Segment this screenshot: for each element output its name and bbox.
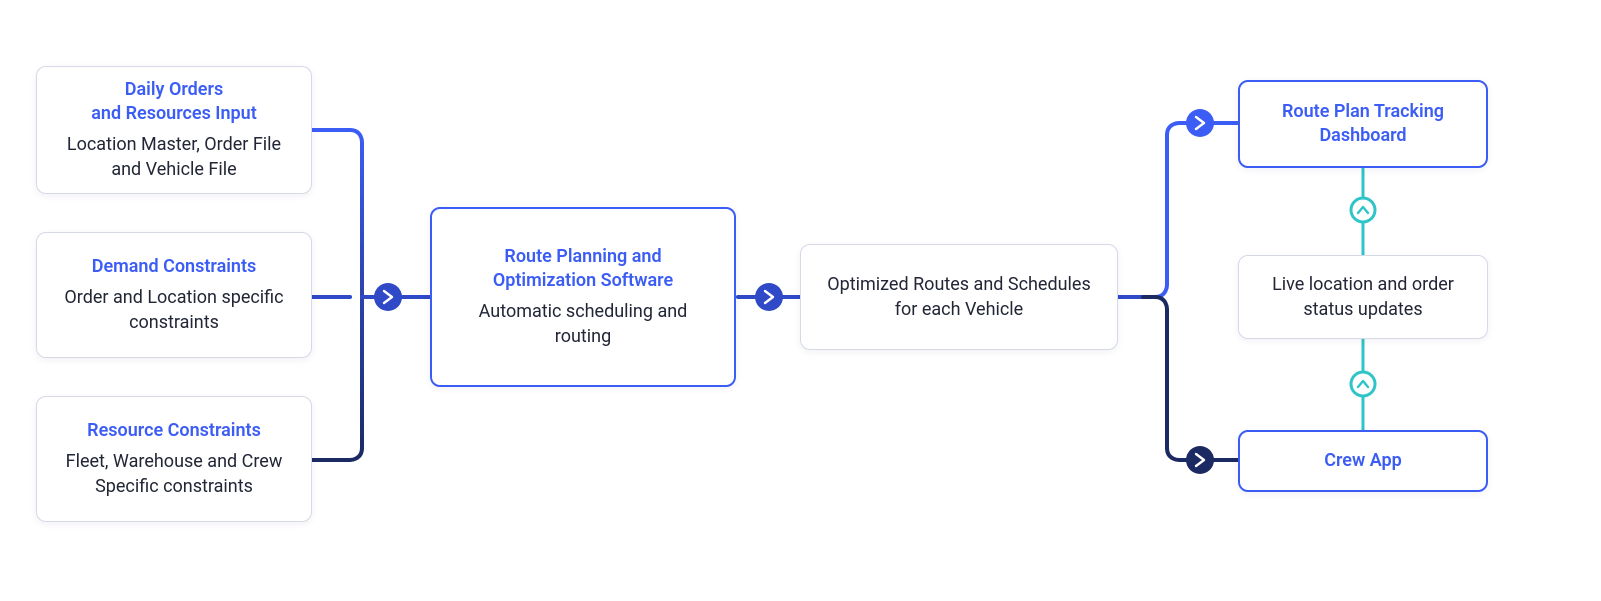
card-body: Automatic scheduling and routing xyxy=(454,299,712,349)
card-optimized-routes: Optimized Routes and Schedules for each … xyxy=(800,244,1118,350)
chevron-right-icon xyxy=(374,283,402,311)
card-title: Route Planning and Optimization Software xyxy=(454,245,712,294)
card-title: Resource Constraints xyxy=(59,419,289,443)
chevron-right-icon xyxy=(1186,109,1214,137)
card-body: Live location and order status updates xyxy=(1261,272,1465,322)
chevron-right-icon xyxy=(755,283,783,311)
chevron-right-icon xyxy=(1186,446,1214,474)
card-title: Route Plan Tracking Dashboard xyxy=(1262,100,1464,149)
input-card-daily-orders: Daily Ordersand Resources Input Location… xyxy=(36,66,312,194)
input-card-resource-constraints: Resource Constraints Fleet, Warehouse an… xyxy=(36,396,312,522)
chevron-up-icon xyxy=(1351,198,1375,222)
card-live-status: Live location and order status updates xyxy=(1238,255,1488,339)
card-body: Optimized Routes and Schedules for each … xyxy=(823,272,1095,322)
card-title: Crew App xyxy=(1262,449,1464,473)
card-body: Location Master, Order File and Vehicle … xyxy=(59,132,289,182)
card-title: Daily Ordersand Resources Input xyxy=(59,78,289,127)
card-body: Order and Location specific constraints xyxy=(59,285,289,335)
card-body: Fleet, Warehouse and Crew Specific const… xyxy=(59,449,289,499)
center-card-route-planning-software: Route Planning and Optimization Software… xyxy=(430,207,736,387)
chevron-up-icon xyxy=(1351,372,1375,396)
card-title: Demand Constraints xyxy=(59,255,289,279)
card-route-plan-dashboard: Route Plan Tracking Dashboard xyxy=(1238,80,1488,168)
card-crew-app: Crew App xyxy=(1238,430,1488,492)
input-card-demand-constraints: Demand Constraints Order and Location sp… xyxy=(36,232,312,358)
